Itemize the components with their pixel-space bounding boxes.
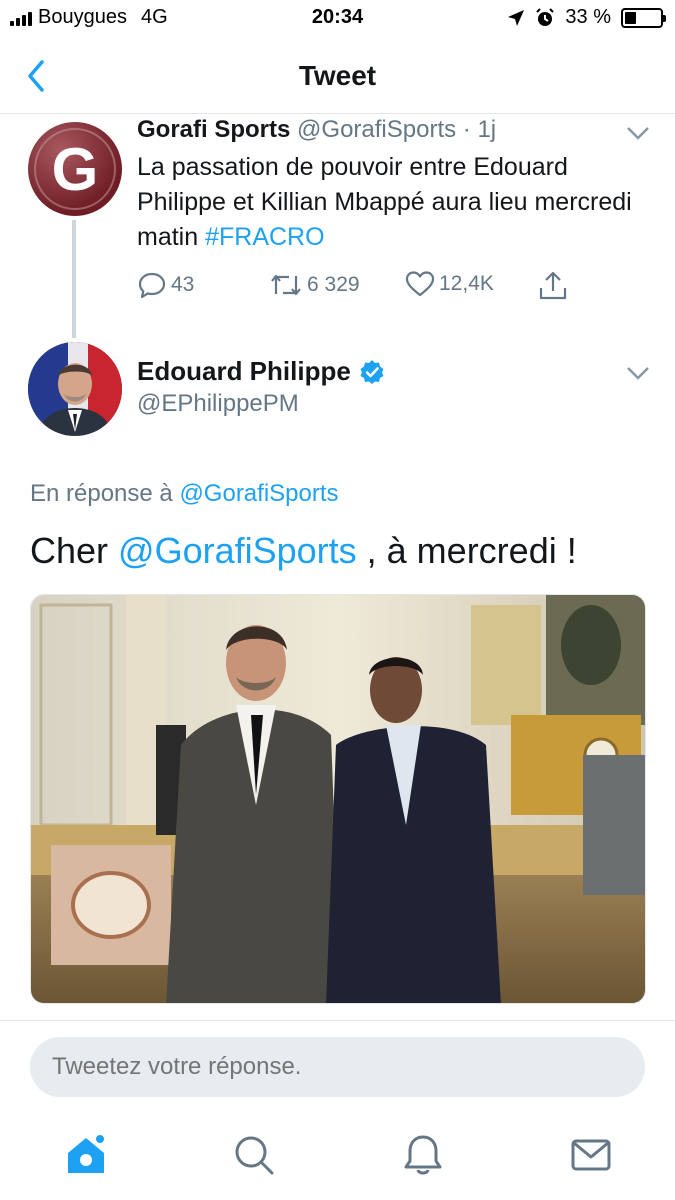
status-bar: Bouygues 4G 20:34 33 % xyxy=(0,0,675,40)
search-icon[interactable] xyxy=(232,1133,276,1177)
hashtag-link[interactable]: #FRACRO xyxy=(205,223,324,251)
mention-link[interactable]: @GorafiSports xyxy=(118,530,357,571)
battery-percent: 33 % xyxy=(565,6,611,28)
verified-badge-icon xyxy=(360,359,384,384)
reply-prefix: En réponse à xyxy=(30,480,180,507)
parent-author-name[interactable]: Gorafi Sports xyxy=(137,116,290,143)
avatar-letter: G xyxy=(52,136,99,203)
status-indicators: 33 % xyxy=(507,6,666,29)
edouard-avatar[interactable] xyxy=(28,342,122,436)
page-title: Tweet xyxy=(298,60,377,91)
gorafi-logo: G xyxy=(34,128,116,210)
share-icon xyxy=(539,271,567,300)
reply-to-mention[interactable]: @GorafiSports xyxy=(179,480,338,507)
reply-action[interactable]: 43 xyxy=(137,270,194,300)
main-author-row: Edouard Philippe xyxy=(137,356,385,387)
battery-icon xyxy=(621,7,666,28)
home-icon[interactable] xyxy=(64,1133,108,1177)
main-text-before: Cher xyxy=(30,530,119,571)
parent-author-handle[interactable]: @GorafiSports xyxy=(297,116,456,143)
like-count: 12,4K xyxy=(439,272,494,295)
like-action[interactable]: 12,4K xyxy=(405,270,494,298)
main-tweet-text: Cher @GorafiSports , à mercredi ! xyxy=(30,530,577,572)
photo-illustration xyxy=(31,595,645,1003)
thread-line xyxy=(72,220,76,338)
parent-tweet-time: 1j xyxy=(477,116,497,143)
parent-more-chevron-icon[interactable] xyxy=(626,126,650,140)
reply-bar xyxy=(0,1020,675,1115)
share-action[interactable] xyxy=(537,270,569,302)
reply-icon xyxy=(138,272,166,299)
reply-count: 43 xyxy=(171,273,195,296)
heart-icon xyxy=(405,271,435,297)
main-author-name[interactable]: Edouard Philippe xyxy=(137,356,351,387)
time-separator: · xyxy=(456,116,478,143)
parent-tweet-header: Gorafi Sports @GorafiSports · 1j xyxy=(137,116,496,144)
main-more-chevron-icon[interactable] xyxy=(626,366,650,380)
nav-bar: Tweet xyxy=(0,40,675,114)
reply-input[interactable] xyxy=(30,1037,645,1097)
notifications-icon[interactable] xyxy=(401,1133,445,1177)
main-text-after: , à mercredi ! xyxy=(356,530,577,571)
gorafi-avatar[interactable]: G xyxy=(28,122,122,216)
tweet-photo[interactable] xyxy=(30,594,646,1004)
tab-bar xyxy=(0,1115,675,1200)
profile-photo xyxy=(28,342,122,436)
alarm-icon xyxy=(536,7,555,26)
main-author-handle[interactable]: @EPhilippePM xyxy=(137,390,299,418)
parent-tweet-text: La passation de pouvoir entre Edouard Ph… xyxy=(137,150,647,255)
messages-icon[interactable] xyxy=(569,1133,613,1177)
retweet-count: 6 329 xyxy=(307,273,360,296)
retweet-action[interactable]: 6 329 xyxy=(269,270,360,300)
parent-tweet-actions: 43 6 329 12,4K xyxy=(137,270,577,306)
retweet-icon xyxy=(271,274,301,296)
reply-context: En réponse à @GorafiSports xyxy=(30,480,339,508)
location-icon xyxy=(508,9,525,26)
